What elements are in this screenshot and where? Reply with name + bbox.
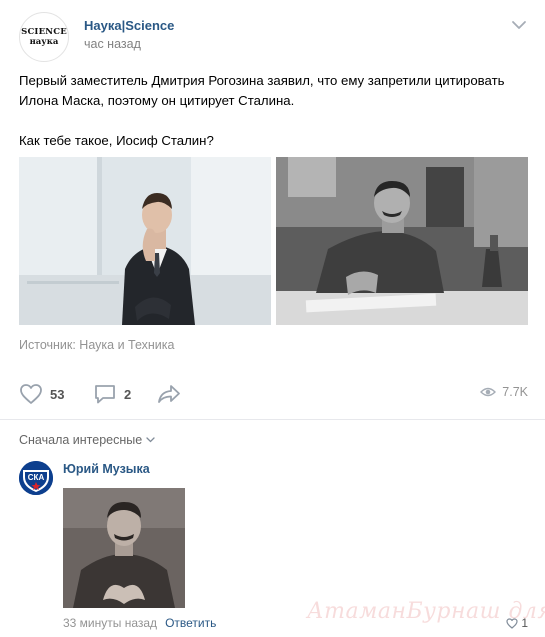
like-count: 53 xyxy=(50,386,65,402)
comments-sort-dropdown[interactable]: Сначала интересные xyxy=(19,433,155,447)
post-text-paragraph: Как тебе такое, Иосиф Сталин? xyxy=(19,133,214,148)
comment-avatar-text: СКА xyxy=(28,473,45,482)
eye-icon xyxy=(480,387,497,397)
comment-button[interactable]: 2 xyxy=(93,383,131,405)
post-text: Первый заместитель Дмитрия Рогозина заяв… xyxy=(19,71,529,171)
comment-count: 2 xyxy=(124,386,132,402)
musk-photo-image xyxy=(19,157,271,325)
share-icon xyxy=(158,385,180,403)
post-photo-stalin[interactable] xyxy=(276,157,528,325)
post-photo-musk[interactable] xyxy=(19,157,271,325)
heart-icon xyxy=(506,617,518,629)
ska-logo-icon: СКА xyxy=(19,461,53,495)
comment-meta: 33 минуты назад Ответить xyxy=(63,616,216,630)
comment-icon xyxy=(95,385,115,404)
chevron-down-icon xyxy=(512,21,526,29)
views-count: 7.7K xyxy=(502,385,528,399)
comment-author-name[interactable]: Юрий Музыка xyxy=(63,462,150,476)
comment-like-button[interactable]: 1 xyxy=(506,616,528,630)
avatar-text-line1: SCIENCE xyxy=(21,27,67,37)
post-text-paragraph: Первый заместитель Дмитрия Рогозина заяв… xyxy=(19,73,505,108)
comment-photo-image xyxy=(63,488,185,608)
share-button[interactable] xyxy=(157,383,181,405)
stalin-photo-image xyxy=(276,157,528,325)
comment-time[interactable]: 33 минуты назад xyxy=(63,616,157,630)
group-name-link[interactable]: Наука|Science xyxy=(84,18,174,33)
section-divider xyxy=(0,419,545,420)
post-source[interactable]: Источник: Наука и Техника xyxy=(19,338,174,352)
views-counter: 7.7K xyxy=(480,385,528,399)
post-menu-button[interactable] xyxy=(510,18,528,32)
chevron-down-icon xyxy=(146,437,155,443)
sort-label: Сначала интересные xyxy=(19,433,143,447)
heart-icon xyxy=(20,384,42,404)
comment-photo[interactable] xyxy=(63,488,185,608)
comment-like-count: 1 xyxy=(521,616,528,630)
comment-author-avatar[interactable]: СКА xyxy=(19,461,53,495)
avatar-text-line2: наука xyxy=(29,37,59,47)
reply-button[interactable]: Ответить xyxy=(165,616,216,630)
like-button[interactable]: 53 xyxy=(19,383,64,405)
group-avatar[interactable]: SCIENCE наука xyxy=(19,12,69,62)
post-time[interactable]: час назад xyxy=(84,37,141,51)
